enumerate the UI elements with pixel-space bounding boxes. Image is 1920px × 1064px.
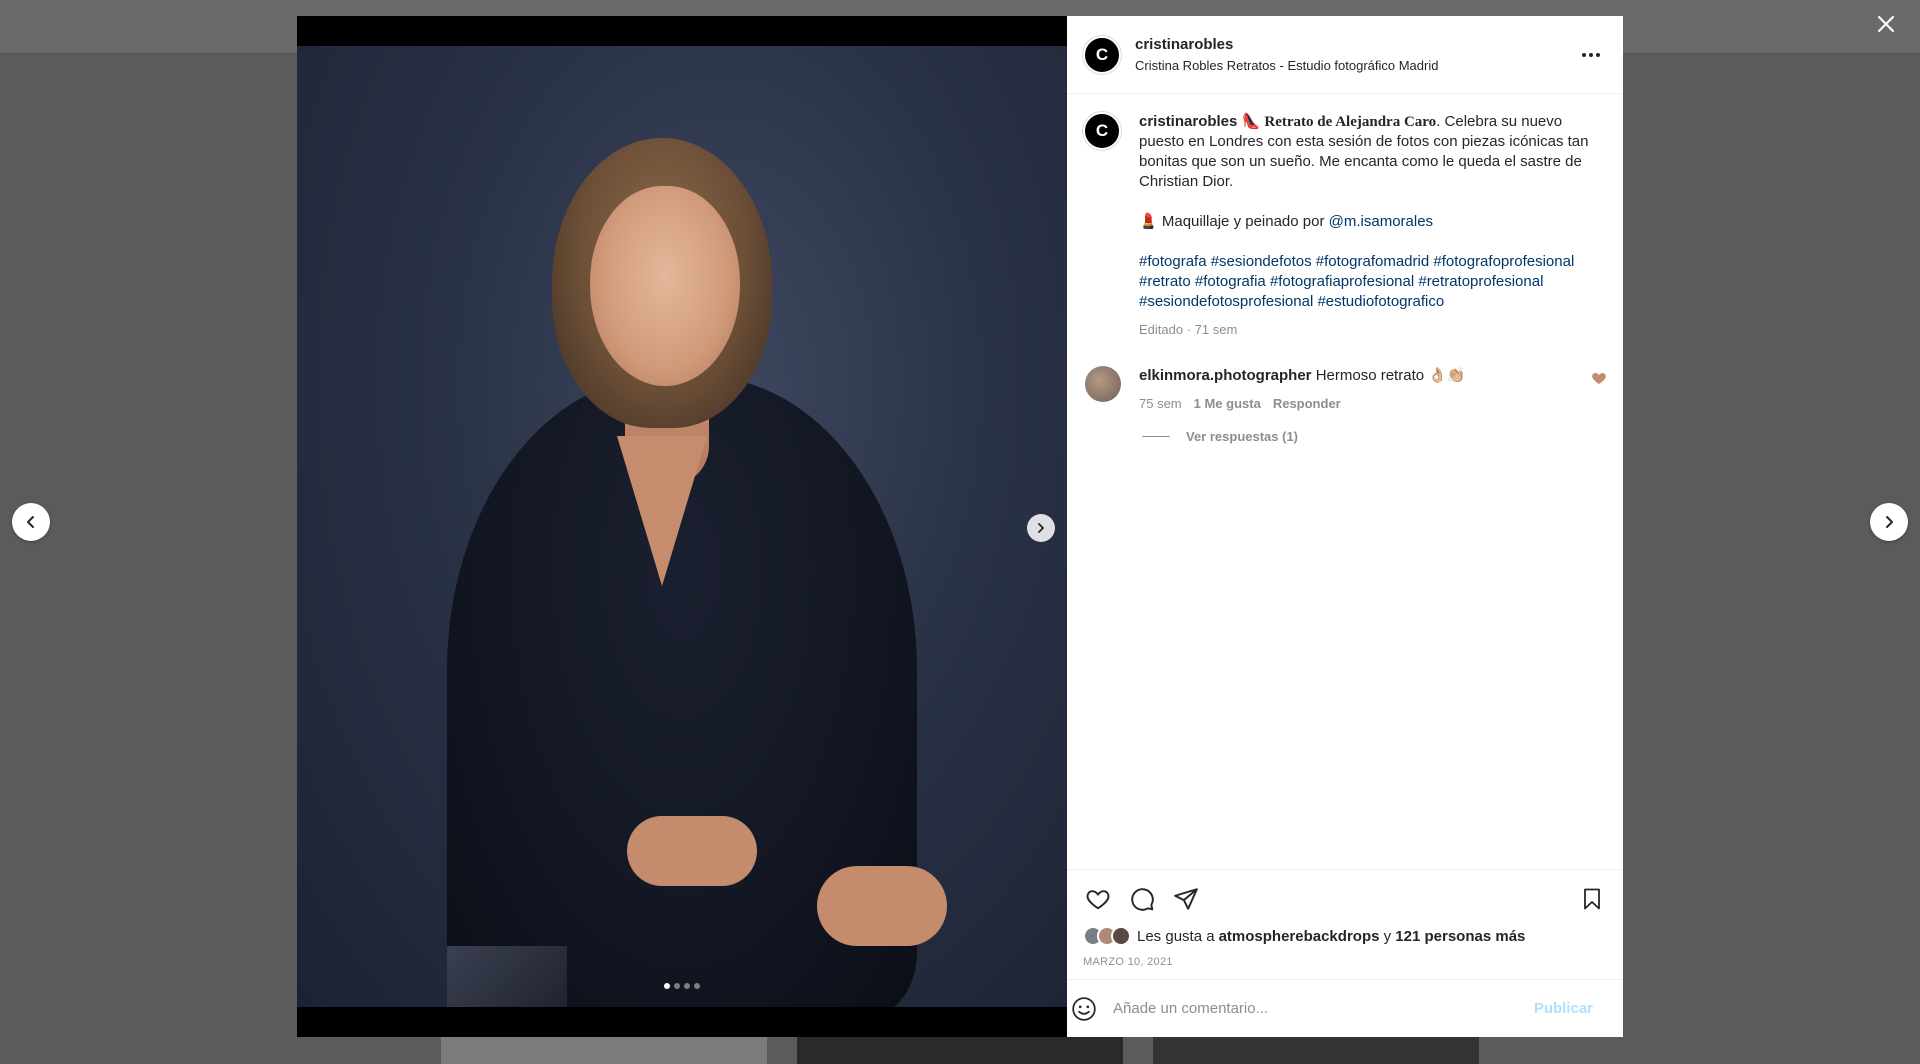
commenter-avatar[interactable] bbox=[1085, 366, 1121, 402]
chevron-right-icon bbox=[1038, 523, 1044, 533]
carousel-dot bbox=[694, 983, 700, 989]
next-post-button[interactable] bbox=[1870, 503, 1908, 541]
credit-text: Maquillaje y peinado por bbox=[1161, 213, 1329, 230]
carousel-dot bbox=[684, 983, 690, 989]
carousel-dot bbox=[664, 983, 670, 989]
view-replies-label: Ver respuestas (1) bbox=[1186, 429, 1299, 444]
photo-face bbox=[590, 186, 740, 386]
author-avatar[interactable]: C bbox=[1083, 35, 1121, 74]
comment-text: Hermoso retrato 👌🏼👏🏼 bbox=[1315, 367, 1466, 384]
comment-likes-link[interactable]: 1 Me gusta bbox=[1194, 396, 1261, 411]
carousel-next-button[interactable] bbox=[1027, 514, 1055, 542]
post-modal: C cristinarobles Cristina Robles Retrato… bbox=[297, 16, 1623, 1037]
like-button[interactable] bbox=[1083, 884, 1113, 914]
post-side-panel: C cristinarobles Cristina Robles Retrato… bbox=[1067, 16, 1623, 1037]
comment-actions: 75 sem 1 Me gusta Responder bbox=[1139, 396, 1569, 411]
background-thumbnail bbox=[441, 1036, 767, 1064]
comment-age: 75 sem bbox=[1139, 396, 1182, 411]
caption-title: Retrato de Alejandra Caro bbox=[1264, 114, 1437, 130]
comment-body: elkinmora.photographer Hermoso retrato 👌… bbox=[1139, 366, 1569, 411]
more-options-button[interactable] bbox=[1575, 39, 1607, 71]
carousel-indicator bbox=[297, 983, 1067, 989]
emoji-picker-button[interactable] bbox=[1069, 994, 1099, 1024]
caption-username[interactable]: cristinarobles bbox=[1139, 113, 1237, 130]
post-header: C cristinarobles Cristina Robles Retrato… bbox=[1067, 16, 1623, 94]
close-icon bbox=[1877, 15, 1895, 33]
background-thumbnail bbox=[797, 1036, 1123, 1064]
comment-input[interactable] bbox=[1111, 999, 1534, 1018]
close-modal-button[interactable] bbox=[1868, 6, 1904, 42]
caption-author-avatar[interactable]: C bbox=[1083, 112, 1121, 150]
post-caption: C cristinarobles 👠 Retrato de Alejandra … bbox=[1083, 112, 1607, 340]
paper-plane-icon bbox=[1174, 888, 1198, 910]
caption-credit: 💄 Maquillaje y peinado por @m.isamorales bbox=[1139, 212, 1589, 232]
chevron-left-icon bbox=[27, 516, 34, 528]
chevron-right-icon bbox=[1886, 516, 1893, 528]
liker-avatar bbox=[1111, 926, 1131, 946]
caption-meta: Editado · 71 sem bbox=[1139, 322, 1238, 337]
share-button[interactable] bbox=[1171, 884, 1201, 914]
commenter-username[interactable]: elkinmora.photographer bbox=[1139, 367, 1312, 384]
photo-stool bbox=[447, 946, 567, 1007]
comment-button[interactable] bbox=[1127, 884, 1157, 914]
more-horizontal-icon bbox=[1582, 52, 1600, 57]
post-media bbox=[297, 16, 1067, 1037]
caption-text: cristinarobles 👠 Retrato de Alejandra Ca… bbox=[1139, 112, 1589, 340]
smiley-icon bbox=[1072, 996, 1096, 1021]
portrait-photo bbox=[297, 46, 1067, 1007]
likes-middle: y bbox=[1379, 927, 1396, 945]
likes-prefix: Les gusta a bbox=[1137, 927, 1215, 945]
photo-hand bbox=[817, 866, 947, 946]
heart-filled-icon bbox=[1592, 373, 1606, 384]
reply-button[interactable]: Responder bbox=[1273, 396, 1341, 411]
view-replies-button[interactable]: Ver respuestas (1) bbox=[1142, 429, 1607, 444]
comments-section: C cristinarobles 👠 Retrato de Alejandra … bbox=[1067, 94, 1623, 869]
bookmark-icon bbox=[1584, 888, 1600, 910]
action-icons bbox=[1083, 882, 1607, 916]
comment-like-button[interactable] bbox=[1591, 370, 1607, 386]
credit-mention-link[interactable]: @m.isamorales bbox=[1329, 213, 1433, 230]
author-username[interactable]: cristinarobles bbox=[1135, 36, 1575, 53]
post-date: MARZO 10, 2021 bbox=[1083, 956, 1173, 968]
save-button[interactable] bbox=[1577, 884, 1607, 914]
background-thumbnail bbox=[1153, 1036, 1479, 1064]
heart-icon bbox=[1086, 890, 1110, 910]
publish-button[interactable]: Publicar bbox=[1534, 1000, 1593, 1017]
photo-hand bbox=[627, 816, 757, 886]
credit-emoji: 💄 bbox=[1139, 213, 1158, 230]
post-actions-bar: Les gusta a atmospherebackdrops y 121 pe… bbox=[1067, 869, 1623, 979]
add-comment-bar: Publicar bbox=[1067, 979, 1623, 1037]
liker-avatars bbox=[1083, 926, 1131, 946]
liker-username[interactable]: atmospherebackdrops bbox=[1219, 928, 1380, 945]
likes-count-link[interactable]: 121 personas más bbox=[1395, 928, 1525, 945]
carousel-dot bbox=[674, 983, 680, 989]
author-info: cristinarobles Cristina Robles Retratos … bbox=[1135, 36, 1575, 73]
background-thumbnail-row bbox=[0, 1036, 1920, 1064]
replies-divider bbox=[1142, 436, 1170, 437]
comment-bubble-icon bbox=[1131, 888, 1154, 911]
caption-hashtags[interactable]: #fotografa #sesiondefotos #fotografomadr… bbox=[1139, 252, 1589, 312]
author-location[interactable]: Cristina Robles Retratos - Estudio fotog… bbox=[1135, 58, 1575, 73]
likes-summary: Les gusta a atmospherebackdrops y 121 pe… bbox=[1083, 926, 1607, 946]
comment-item: elkinmora.photographer Hermoso retrato 👌… bbox=[1083, 366, 1607, 411]
previous-post-button[interactable] bbox=[12, 503, 50, 541]
caption-emoji: 👠 bbox=[1241, 113, 1261, 130]
